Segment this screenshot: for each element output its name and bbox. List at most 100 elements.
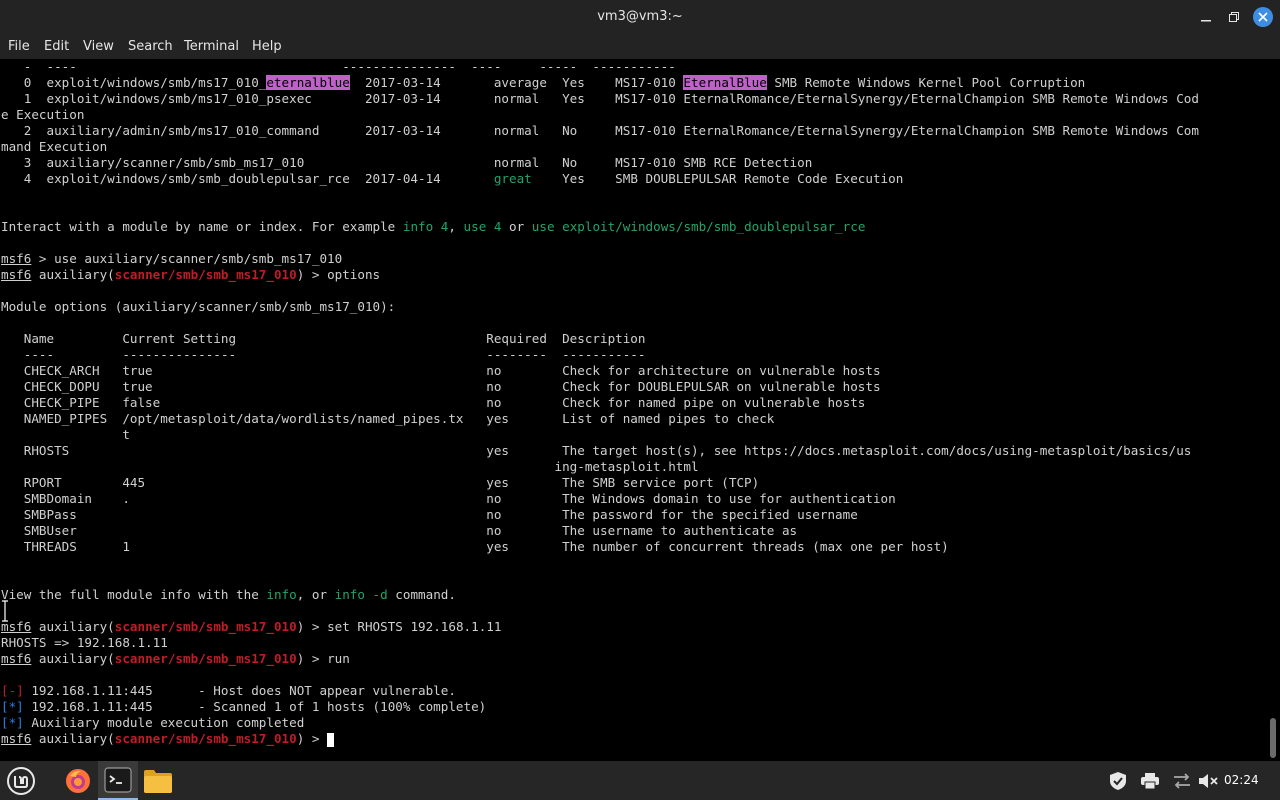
terminal-text-segment: auxiliary( xyxy=(31,651,115,666)
terminal-text-segment: scanner/smb/smb_ms17_010 xyxy=(114,267,297,282)
terminal-text-segment: ) > xyxy=(296,731,328,746)
terminal-text-segment: ing-metasploit.html xyxy=(1,459,699,474)
menu-view[interactable]: View xyxy=(83,39,114,54)
terminal-text-segment: ---- --------------- -------- ----------… xyxy=(1,347,646,362)
terminal-line: msf6 auxiliary(scanner/smb/smb_ms17_010)… xyxy=(1,651,350,667)
minimize-button[interactable] xyxy=(1196,7,1216,27)
terminal-text-segment: , or xyxy=(296,587,335,602)
terminal-text-segment: [-] xyxy=(1,683,24,698)
firefox-launcher[interactable] xyxy=(58,761,98,800)
terminal-text-segment: 1 exploit/windows/smb/ms17_010_psexec 20… xyxy=(1,91,1199,106)
terminal-text-segment: CHECK_DOPU true no Check for DOUBLEPULSA… xyxy=(1,379,881,394)
terminal-text-segment: mand Execution xyxy=(1,139,108,154)
terminal-line: CHECK_PIPE false no Check for named pipe… xyxy=(1,395,866,411)
terminal-text-segment: 4 exploit/windows/smb/smb_doublepulsar_r… xyxy=(1,171,494,186)
terminal-text-segment: ) > options xyxy=(296,267,381,282)
terminal-text-segment: use 4 xyxy=(463,219,502,234)
terminal-output[interactable]: - ---- --------------- ---- ----- ------… xyxy=(0,59,1280,761)
terminal-text-segment: SMBPass no The password for the specifie… xyxy=(1,507,858,522)
terminal-text-segment: Interact with a module by name or index.… xyxy=(1,219,403,234)
terminal-line: t xyxy=(1,427,130,443)
terminal-text-segment: 3 auxiliary/scanner/smb/smb_ms17_010 nor… xyxy=(1,155,813,170)
terminal-text-segment: auxiliary( xyxy=(31,267,115,282)
volume-tray[interactable] xyxy=(1196,761,1220,800)
printer-icon xyxy=(1141,772,1159,789)
security-tray[interactable] xyxy=(1106,761,1130,800)
text-cursor-icon xyxy=(2,600,8,622)
window-title: vm3@vm3:~ xyxy=(597,9,683,24)
terminal-text-segment: THREADS 1 yes The number of concurrent t… xyxy=(1,539,949,554)
terminal-cursor xyxy=(327,732,335,747)
menu-edit[interactable]: Edit xyxy=(44,39,69,54)
terminal-text-segment: eternalblue xyxy=(266,75,350,90)
terminal-text-segment: SMB Remote Windows Kernel Pool Corruptio… xyxy=(766,75,1086,90)
volume-muted-icon xyxy=(1199,773,1218,788)
terminal-line: RHOSTS => 192.168.1.11 xyxy=(1,635,168,651)
terminal-line: 3 auxiliary/scanner/smb/smb_ms17_010 nor… xyxy=(1,155,813,171)
terminal-text-segment: 192.168.1.11:445 - Host does NOT appear … xyxy=(23,683,456,698)
terminal-line: Interact with a module by name or index.… xyxy=(1,219,865,235)
firefox-icon xyxy=(66,768,90,793)
terminal-line: NAMED_PIPES /opt/metasploit/data/wordlis… xyxy=(1,411,775,427)
menu-terminal[interactable]: Terminal xyxy=(184,39,239,54)
terminal-text-segment: msf6 xyxy=(1,731,32,746)
menu-search[interactable]: Search xyxy=(128,39,173,54)
terminal-icon xyxy=(104,766,132,793)
terminal-text-segment: RHOSTS yes The target host(s), see https… xyxy=(1,443,1192,458)
terminal-text-segment: ) > run xyxy=(296,651,350,666)
files-launcher[interactable] xyxy=(138,761,178,800)
shield-icon xyxy=(1110,771,1126,790)
minimize-icon xyxy=(1201,20,1211,22)
terminal-text-segment: View the full module info with the xyxy=(1,587,267,602)
terminal-line: Name Current Setting Required Descriptio… xyxy=(1,331,646,347)
terminal-line: [*] Auxiliary module execution completed xyxy=(1,715,304,731)
terminal-line: msf6 auxiliary(scanner/smb/smb_ms17_010)… xyxy=(1,619,501,635)
terminal-text-segment: info xyxy=(266,587,297,602)
terminal-scrollbar[interactable] xyxy=(1270,718,1276,758)
terminal-text-segment: CHECK_PIPE false no Check for named pipe… xyxy=(1,395,866,410)
terminal-line: RHOSTS yes The target host(s), see https… xyxy=(1,443,1192,459)
terminal-line: e Execution xyxy=(1,107,84,123)
terminal-text-segment: Name Current Setting Required Descriptio… xyxy=(1,331,646,346)
close-button[interactable] xyxy=(1253,7,1273,27)
printer-tray[interactable] xyxy=(1138,761,1162,800)
terminal-text-segment: e Execution xyxy=(1,107,85,122)
taskbar: 02:24 xyxy=(0,761,1280,800)
terminal-text-segment: msf6 xyxy=(1,651,32,666)
terminal-line: SMBDomain . no The Windows domain to use… xyxy=(1,491,896,507)
terminal-text-segment: info -d xyxy=(334,587,388,602)
terminal-text-segment: , xyxy=(448,219,464,234)
terminal-taskbar-button[interactable] xyxy=(98,761,138,800)
terminal-text-segment: 0 exploit/windows/smb/ms17_010_ xyxy=(1,75,267,90)
terminal-line: RPORT 445 yes The SMB service port (TCP) xyxy=(1,475,759,491)
terminal-line: msf6 auxiliary(scanner/smb/smb_ms17_010)… xyxy=(1,731,335,747)
terminal-text-segment: use exploit/windows/smb/smb_doublepulsar… xyxy=(531,219,866,234)
terminal-text-segment: SMBDomain . no The Windows domain to use… xyxy=(1,491,896,506)
terminal-text-segment: 2 auxiliary/admin/smb/ms17_010_command 2… xyxy=(1,123,1199,138)
terminal-line: THREADS 1 yes The number of concurrent t… xyxy=(1,539,949,555)
mint-menu-button[interactable] xyxy=(0,761,42,800)
network-tray[interactable] xyxy=(1170,761,1194,800)
terminal-text-segment: auxiliary( xyxy=(31,619,115,634)
terminal-line: View the full module info with the info,… xyxy=(1,587,456,603)
terminal-line: 1 exploit/windows/smb/ms17_010_psexec 20… xyxy=(1,91,1199,107)
terminal-text-segment: t xyxy=(1,427,130,442)
maximize-button[interactable] xyxy=(1224,7,1244,27)
terminal-line: [-] 192.168.1.11:445 - Host does NOT app… xyxy=(1,683,456,699)
terminal-text-segment: EternalBlue xyxy=(683,75,767,90)
terminal-text-segment: info 4 xyxy=(402,219,449,234)
terminal-line: msf6 auxiliary(scanner/smb/smb_ms17_010)… xyxy=(1,267,380,283)
terminal-text-segment: 2017-03-14 average Yes MS17-010 xyxy=(349,75,684,90)
menu-file[interactable]: File xyxy=(8,39,30,54)
window-titlebar[interactable]: vm3@vm3:~ xyxy=(0,0,1280,34)
menu-bar: File Edit View Search Terminal Help xyxy=(0,34,1280,59)
terminal-text-segment: scanner/smb/smb_ms17_010 xyxy=(114,731,297,746)
terminal-text-segment: ) > set RHOSTS 192.168.1.11 xyxy=(296,619,502,634)
terminal-text-segment: command. xyxy=(387,587,456,602)
terminal-line: 2 auxiliary/admin/smb/ms17_010_command 2… xyxy=(1,123,1199,139)
terminal-line: CHECK_DOPU true no Check for DOUBLEPULSA… xyxy=(1,379,881,395)
terminal-line: - ---- --------------- ---- ----- ------… xyxy=(1,59,676,75)
terminal-line: msf6 > use auxiliary/scanner/smb/smb_ms1… xyxy=(1,251,342,267)
menu-help[interactable]: Help xyxy=(252,39,282,54)
clock[interactable]: 02:24 xyxy=(1224,773,1259,787)
